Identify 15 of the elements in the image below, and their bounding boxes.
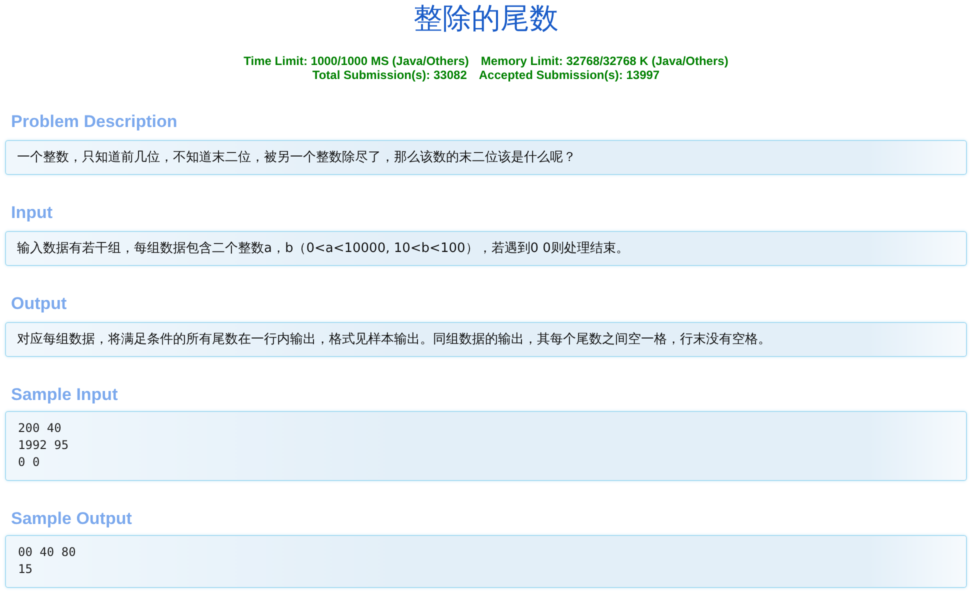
limit-info: Accepted Submission(s): 13997 [478, 68, 660, 82]
section-heading: Output [10, 294, 68, 314]
limit-info: Total Submission(s): 33082 [312, 68, 467, 82]
section-heading: Input [10, 203, 54, 223]
section-text: 一个整数，只知道前几位，不知道末二位，被另一个整数除尽了，那么该数的末二位该是什么呢？ [17, 150, 577, 166]
section-heading: Sample Output [10, 509, 133, 529]
sample-code: 200 40 1992 95 0 0 [18, 420, 70, 471]
section-text: 输入数据有若干组，每组数据包含二个整数a，b（0<a<10000, 10<b<100），若遇到0 0则处理结束。 [17, 241, 630, 257]
section-heading: Sample Input [10, 385, 119, 405]
section-text: 对应每组数据，将满足条件的所有尾数在一行内输出，格式见样本输出。同组数据的输出，其每个尾数之间空一格，行末没有空格。 [17, 332, 772, 348]
problem-title: 整除的尾数 [412, 0, 560, 36]
limit-info: Memory Limit: 32768/32768 K (Java/Others) [480, 54, 728, 68]
limit-info: Time Limit: 1000/1000 MS (Java/Others) [244, 54, 469, 68]
sample-code: 00 40 80 15 [18, 544, 77, 578]
section-heading: Problem Description [10, 112, 178, 132]
